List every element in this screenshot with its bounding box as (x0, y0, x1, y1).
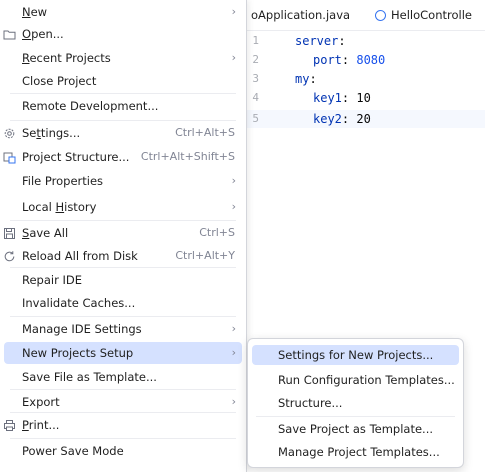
submenu-item-label: Settings for New Projects... (278, 348, 434, 362)
menu-item-recent-projects[interactable]: Recent Projects › (0, 46, 246, 70)
menu-item-label: Save All (22, 226, 69, 240)
menu-item-power-save-mode[interactable]: Power Save Mode (0, 439, 246, 463)
menu-item-label: Manage IDE Settings (22, 322, 142, 336)
folder-icon (3, 28, 16, 41)
line-number: 5 (252, 112, 259, 125)
menu-item-new-projects-setup[interactable]: New Projects Setup › (0, 341, 246, 365)
menu-item-label: New (22, 5, 48, 19)
yaml-key: key1 (313, 91, 342, 105)
line-number: 4 (252, 91, 259, 104)
menu-item-label: Settings... (22, 126, 81, 140)
submenu-item-save-project-as-template[interactable]: Save Project as Template... (248, 417, 463, 441)
chevron-right-icon: › (231, 5, 236, 18)
yaml-punct: : (341, 53, 357, 67)
reload-icon (3, 250, 16, 263)
submenu-item-label: Structure... (278, 396, 343, 410)
code-line: key2: 20 (313, 110, 371, 128)
submenu-item-label: Save Project as Template... (278, 422, 434, 436)
menu-item-print[interactable]: Print... (0, 413, 246, 437)
menu-item-label: Invalidate Caches... (22, 296, 136, 310)
yaml-punct: : (341, 91, 357, 105)
tab-application-java[interactable]: oApplication.java (251, 0, 350, 30)
submenu-item-label: Run Configuration Templates... (278, 373, 455, 387)
yaml-key: port (313, 53, 342, 67)
menu-item-export[interactable]: Export › (0, 390, 246, 414)
menu-item-label: Power Save Mode (22, 444, 124, 458)
chevron-right-icon: › (231, 51, 236, 64)
menu-item-new[interactable]: New › (0, 0, 246, 24)
menu-item-remote-development[interactable]: Remote Development... (0, 94, 246, 118)
menu-item-save-all[interactable]: Save All Ctrl+S (0, 221, 246, 245)
chevron-right-icon: › (231, 346, 236, 359)
shortcut-hint: Ctrl+Alt+Y (175, 249, 235, 262)
tab-hello-controller[interactable]: HelloControlle (375, 0, 472, 30)
yaml-value: 8080 (356, 53, 386, 67)
submenu-item-label: Manage Project Templates... (278, 445, 440, 459)
chevron-right-icon: › (231, 322, 236, 335)
menu-item-label: Close Project (22, 74, 97, 88)
menu-item-invalidate-caches[interactable]: Invalidate Caches... (0, 291, 246, 315)
line-number: 1 (252, 34, 259, 47)
menu-item-label: Open... (22, 27, 64, 41)
menu-item-label: New Projects Setup (22, 346, 134, 360)
submenu-item-manage-project-templates[interactable]: Manage Project Templates... (248, 440, 463, 464)
chevron-right-icon: › (231, 395, 236, 408)
file-menu: New › Open... Recent Projects › Close Project… (0, 0, 247, 472)
menu-item-file-properties[interactable]: File Properties › (0, 169, 246, 193)
chevron-right-icon: › (231, 200, 236, 213)
menu-item-manage-ide-settings[interactable]: Manage IDE Settings › (0, 317, 246, 341)
menu-item-reload-all-from-disk[interactable]: Reload All from Disk Ctrl+Alt+Y (0, 244, 246, 268)
menu-item-open[interactable]: Open... (0, 22, 246, 46)
code-line: my: (295, 70, 317, 88)
gear-icon (3, 127, 16, 140)
menu-item-label: Save File as Template... (22, 370, 157, 384)
menu-item-settings[interactable]: Settings... Ctrl+Alt+S (0, 121, 246, 145)
menu-item-project-structure[interactable]: Project Structure... Ctrl+Alt+Shift+S (0, 145, 246, 169)
yaml-punct: : (309, 72, 317, 86)
code-line: key1: 10 (313, 89, 371, 107)
menu-item-local-history[interactable]: Local History › (0, 195, 246, 219)
line-number: 2 (252, 53, 259, 66)
menu-item-label: Remote Development... (22, 99, 159, 113)
submenu-item-settings-for-new-projects[interactable]: Settings for New Projects... (248, 343, 463, 367)
print-icon (3, 419, 16, 432)
chevron-right-icon: › (231, 174, 236, 187)
shortcut-hint: Ctrl+S (199, 226, 235, 239)
yaml-value: 10 (356, 91, 371, 105)
menu-item-label: Project Structure... (22, 150, 130, 164)
shortcut-hint: Ctrl+Alt+Shift+S (140, 150, 235, 163)
submenu-item-structure[interactable]: Structure... (248, 391, 463, 415)
menu-item-close-project[interactable]: Close Project (0, 69, 246, 93)
menu-item-label: Local History (22, 200, 97, 214)
new-projects-setup-submenu: Settings for New Projects... Run Configur… (247, 338, 464, 468)
line-number: 3 (252, 72, 259, 85)
submenu-item-run-configuration-templates[interactable]: Run Configuration Templates... (248, 368, 463, 392)
editor-tabs: oApplication.java HelloControlle (245, 0, 485, 31)
menu-item-repair-ide[interactable]: Repair IDE (0, 268, 246, 292)
menu-item-label: File Properties (22, 174, 104, 188)
yaml-key: key2 (313, 112, 342, 126)
menu-item-label: Recent Projects (22, 51, 111, 65)
menu-item-label: Export (22, 395, 60, 409)
class-icon (375, 10, 386, 21)
yaml-key: server (295, 34, 339, 48)
save-icon (3, 227, 16, 240)
yaml-value: 20 (356, 112, 371, 126)
menu-item-label: Print... (22, 418, 60, 432)
project-structure-icon (3, 151, 16, 164)
code-line: port: 8080 (313, 51, 385, 69)
yaml-punct: : (341, 112, 357, 126)
yaml-punct: : (338, 34, 346, 48)
tab-label: oApplication.java (251, 8, 351, 22)
shortcut-hint: Ctrl+Alt+S (175, 126, 235, 139)
menu-item-save-file-as-template[interactable]: Save File as Template... (0, 365, 246, 389)
menu-item-label: Reload All from Disk (22, 249, 138, 263)
code-line: server: (295, 32, 346, 50)
tab-label: HelloControlle (391, 8, 472, 22)
menu-item-label: Repair IDE (22, 273, 82, 287)
yaml-key: my (295, 72, 310, 86)
